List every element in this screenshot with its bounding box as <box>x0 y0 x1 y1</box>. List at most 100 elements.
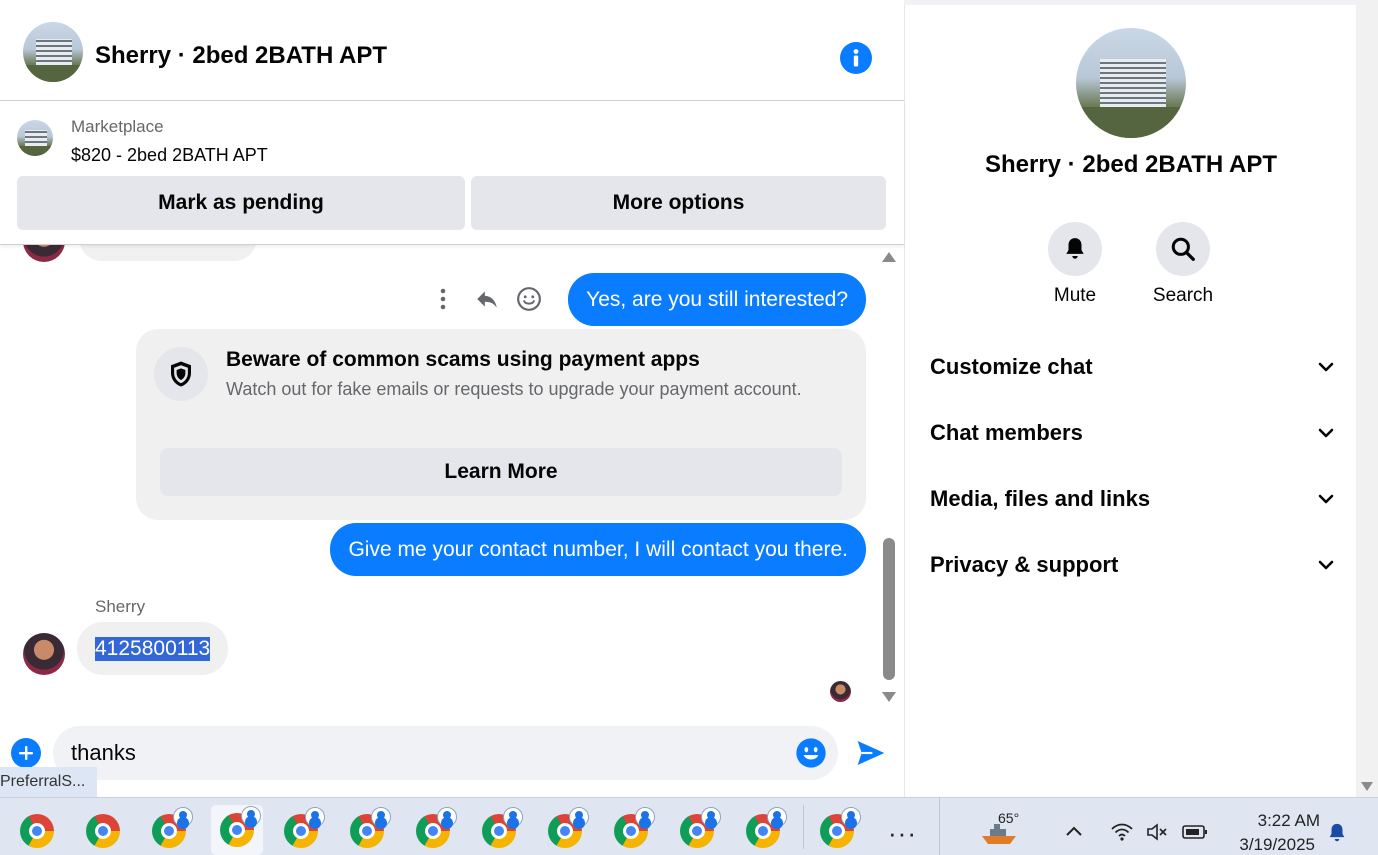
search-circle[interactable] <box>1156 222 1210 276</box>
taskbar-divider <box>939 797 940 855</box>
clock-time[interactable]: 3:22 AM <box>1230 811 1320 831</box>
taskbar-chrome-profile-icon[interactable] <box>479 807 523 851</box>
search-icon <box>1171 237 1195 261</box>
mark-as-pending-button[interactable]: Mark as pending <box>17 176 465 230</box>
speaker-muted-icon[interactable] <box>1146 822 1170 842</box>
react-emoji-icon[interactable] <box>516 286 542 312</box>
taskbar-chrome-profile-icon[interactable] <box>817 807 861 851</box>
more-options-button[interactable]: More options <box>471 176 886 230</box>
info-icon[interactable] <box>840 42 872 74</box>
bell-icon <box>1066 238 1084 259</box>
emoji-icon[interactable] <box>795 737 827 769</box>
media-files-links-label: Media, files and links <box>930 486 1151 511</box>
info-glyph <box>853 49 859 67</box>
chrome-icon <box>86 814 120 848</box>
taskbar-chrome-profile-icon[interactable] <box>545 807 589 851</box>
message-bubble-incoming[interactable] <box>79 245 257 261</box>
mute-circle[interactable] <box>1048 222 1102 276</box>
message-input[interactable] <box>71 740 771 766</box>
chrome-icon <box>20 814 54 848</box>
details-title: Sherry · 2bed 2BATH APT <box>984 151 1278 178</box>
taskbar-chrome-profile-icon[interactable] <box>347 807 391 851</box>
mute-label: Mute <box>1053 285 1097 306</box>
profile-badge-icon <box>173 807 193 827</box>
listing-thumbnail[interactable] <box>17 120 53 156</box>
wifi-icon[interactable] <box>1110 822 1134 842</box>
profile-badge-icon <box>305 807 325 827</box>
taskbar-chrome-profile-icon[interactable] <box>149 807 193 851</box>
taskbar-chrome-profile-icon[interactable] <box>413 807 457 851</box>
message-list[interactable]: Yes, are you still interested? Beware of… <box>0 245 880 715</box>
plus-icon <box>19 746 33 760</box>
privacy-support-section[interactable]: Privacy & support <box>930 545 1336 585</box>
page-scrollbar[interactable] <box>1356 0 1378 797</box>
hover-tooltip: PreferralS... <box>0 767 97 797</box>
profile-badge-icon <box>371 807 391 827</box>
chat-members-section[interactable]: Chat members <box>930 413 1336 453</box>
page-scrollbar-down-arrow[interactable] <box>1361 782 1373 791</box>
more-vertical-icon[interactable] <box>438 287 448 311</box>
taskbar-chrome-icon[interactable] <box>83 811 123 851</box>
profile-badge-icon <box>701 807 721 827</box>
chat-header: Sherry · 2bed 2BATH APT <box>0 5 904 101</box>
profile-badge-icon <box>569 807 589 827</box>
scrollbar-thumb[interactable] <box>883 538 895 680</box>
message-composer[interactable] <box>53 726 838 780</box>
scam-warning-title: Beware of common scams using payment app… <box>226 348 700 371</box>
search-in-conversation-button[interactable]: Search <box>1128 222 1238 307</box>
details-avatar[interactable] <box>1076 28 1186 138</box>
taskbar-divider <box>803 805 804 849</box>
add-attachment-button[interactable] <box>11 738 41 768</box>
taskbar-chrome-profile-icon-active[interactable] <box>211 805 263 855</box>
chevron-down-icon <box>1318 428 1334 438</box>
send-icon[interactable] <box>855 737 887 769</box>
taskbar-chrome-profile-icon[interactable] <box>281 807 325 851</box>
taskbar-chrome-profile-icon[interactable] <box>677 807 721 851</box>
chevron-down-icon <box>1318 362 1334 372</box>
profile-badge-icon <box>503 807 523 827</box>
conversation-details-panel: Sherry · 2bed 2BATH APT Mute Search Cust… <box>904 5 1356 797</box>
shield-icon-wrap <box>154 347 208 401</box>
taskbar-chrome-icon[interactable] <box>17 811 57 851</box>
chat-members-label: Chat members <box>930 420 1083 445</box>
taskbar-overflow-button[interactable]: ··· <box>888 818 917 849</box>
battery-icon[interactable] <box>1182 824 1208 840</box>
seen-receipt-avatar <box>830 681 851 702</box>
conversation-avatar[interactable] <box>23 22 83 82</box>
privacy-support-label: Privacy & support <box>930 552 1119 577</box>
selected-phone-number[interactable]: 4125800113 <box>95 636 211 661</box>
chevron-down-icon <box>1318 560 1334 570</box>
message-bubble-outgoing[interactable]: Yes, are you still interested? <box>568 273 866 326</box>
chevron-up-icon[interactable] <box>1064 824 1084 838</box>
marketplace-banner: Marketplace $820 - 2bed 2BATH APT Mark a… <box>0 101 904 245</box>
weather-temperature[interactable]: 65° <box>998 810 1019 826</box>
listing-price[interactable]: $820 - 2bed 2BATH APT <box>71 145 268 166</box>
learn-more-button[interactable]: Learn More <box>160 448 842 496</box>
sender-name: Sherry <box>95 597 146 616</box>
reply-icon[interactable] <box>474 286 500 312</box>
taskbar-chrome-profile-icon[interactable] <box>743 807 787 851</box>
message-bubble-incoming[interactable]: 4125800113 <box>77 622 229 675</box>
mute-button[interactable]: Mute <box>1020 222 1130 307</box>
chevron-down-icon <box>1318 494 1334 504</box>
clock-date[interactable]: 3/19/2025 <box>1225 835 1315 855</box>
taskbar-chrome-profile-icon[interactable] <box>611 807 655 851</box>
scrollbar-up-arrow[interactable] <box>882 252 896 262</box>
scam-warning-card: Beware of common scams using payment app… <box>136 329 866 520</box>
profile-badge-icon <box>841 807 861 827</box>
sender-avatar <box>23 245 65 262</box>
conversation-title[interactable]: Sherry · 2bed 2BATH APT <box>95 42 387 70</box>
media-files-links-section[interactable]: Media, files and links <box>930 479 1336 519</box>
scam-warning-description: Watch out for fake emails or requests to… <box>226 379 802 399</box>
message-actions <box>430 285 550 313</box>
customize-chat-section[interactable]: Customize chat <box>930 347 1336 387</box>
notification-bell-icon[interactable] <box>1326 821 1348 845</box>
marketplace-label: Marketplace <box>71 117 164 136</box>
profile-badge-icon <box>437 807 457 827</box>
profile-badge-icon <box>241 806 261 826</box>
search-label: Search <box>1152 285 1214 306</box>
profile-badge-icon <box>635 807 655 827</box>
sender-avatar[interactable] <box>23 633 65 675</box>
message-bubble-outgoing[interactable]: Give me your contact number, I will cont… <box>330 523 866 576</box>
scrollbar-down-arrow[interactable] <box>882 692 896 702</box>
